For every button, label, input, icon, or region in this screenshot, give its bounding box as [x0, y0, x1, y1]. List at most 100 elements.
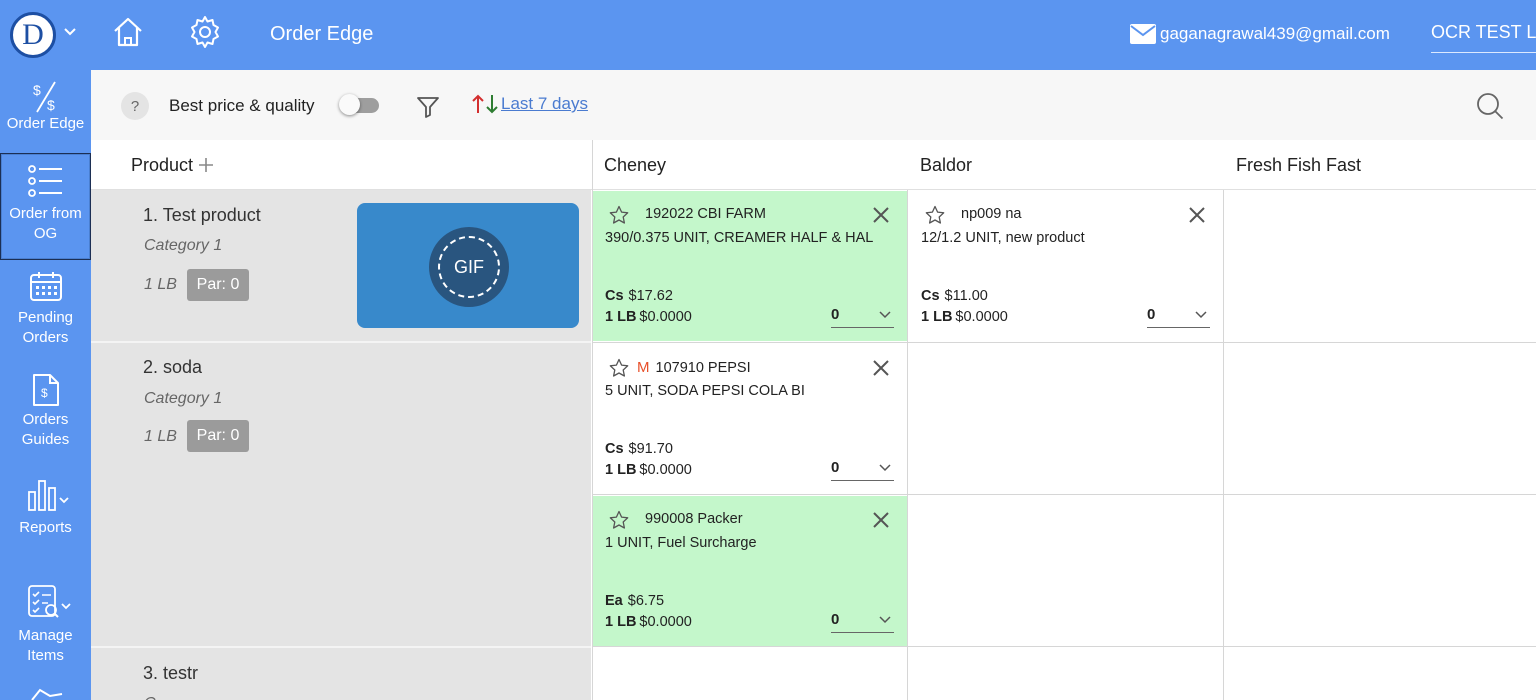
unit-label: 1 LB: [605, 309, 637, 325]
arrow-down-icon[interactable]: [485, 94, 499, 114]
divider: [592, 494, 1536, 495]
unit-price-value: $0.0000: [639, 309, 692, 325]
quantity-value: 0: [831, 306, 840, 323]
chevron-down-icon[interactable]: [64, 28, 76, 36]
offer-price: Ea $6.75: [605, 593, 664, 609]
star-icon[interactable]: [925, 205, 945, 225]
product-unit: 1 LB: [144, 276, 177, 293]
star-icon[interactable]: [609, 358, 629, 378]
sidebar-item-order-edge[interactable]: $ $ Order Edge: [0, 80, 91, 152]
grid-line: [592, 140, 593, 700]
close-icon[interactable]: [872, 359, 890, 377]
divider: [592, 342, 1536, 343]
column-header-vendor: Fresh Fish Fast: [1223, 140, 1536, 190]
filter-icon[interactable]: [416, 96, 440, 118]
grid-line: [907, 190, 908, 700]
price-value: $6.75: [627, 593, 665, 609]
sidebar-item-label: Reports: [19, 519, 72, 536]
chevron-down-icon: [879, 311, 891, 319]
product-category: C: [144, 695, 156, 700]
app-root: D Order Edge gaganagrawal439@gmail.com O…: [0, 0, 1536, 700]
svg-text:$: $: [41, 386, 48, 400]
sidebar-item-label: Manage Items: [18, 627, 73, 664]
column-header-vendor: Baldor: [907, 140, 1223, 190]
user-email[interactable]: gaganagrawal439@gmail.com: [1130, 24, 1390, 44]
par-badge: Par: 0: [187, 269, 249, 301]
product-row[interactable]: 3. testr C: [91, 648, 591, 700]
avatar[interactable]: D: [10, 12, 56, 58]
quantity-value: 0: [1147, 306, 1156, 323]
sidebar-item-reports[interactable]: Reports: [0, 478, 91, 538]
offer-code: M 107910 PEPSI: [637, 359, 751, 376]
unit-label: 1 LB: [605, 462, 637, 478]
offer-price: Cs $91.70: [605, 441, 673, 457]
unit-price-value: $0.0000: [639, 462, 692, 478]
help-button[interactable]: ?: [121, 92, 149, 120]
star-icon[interactable]: [609, 205, 629, 225]
grid-line: [1223, 190, 1224, 700]
product-name: 3. testr: [143, 663, 199, 683]
svg-text:$: $: [33, 82, 41, 98]
arrow-up-icon[interactable]: [471, 94, 485, 114]
close-icon[interactable]: [1188, 206, 1206, 224]
svg-text:$: $: [47, 97, 55, 113]
sidebar-item-label: Pending Orders: [17, 309, 74, 346]
product-image[interactable]: GIF: [357, 203, 579, 328]
add-icon[interactable]: [197, 156, 215, 174]
gear-icon[interactable]: [187, 14, 223, 50]
chevron-down-icon: [879, 616, 891, 624]
offer-card[interactable]: np009 na 12/1.2 UNIT, new product Cs $11.…: [909, 191, 1224, 341]
price-value: $11.00: [944, 288, 988, 304]
quantity-value: 0: [831, 611, 840, 628]
offer-card[interactable]: 192022 CBI FARM 390/0.375 UNIT, CREAMER …: [593, 191, 908, 341]
avatar-letter: D: [22, 18, 44, 51]
mail-icon: [1130, 24, 1156, 44]
org-selector[interactable]: OCR TEST L: [1431, 22, 1536, 53]
star-icon[interactable]: [609, 510, 629, 530]
pack-size: Cs: [605, 441, 624, 457]
offer-description: 12/1.2 UNIT, new product: [921, 230, 1085, 246]
quantity-select[interactable]: 0: [831, 459, 894, 481]
par-badge: Par: 0: [187, 420, 249, 452]
offer-card[interactable]: 990008 Packer 1 UNIT, Fuel Surcharge Ea $…: [593, 496, 908, 646]
sidebar-item-manage-items[interactable]: Manage Items: [0, 584, 91, 664]
product-unit: 1 LB: [144, 428, 177, 445]
gif-ring: [438, 236, 500, 298]
offer-price: Cs $11.00: [921, 288, 988, 304]
quantity-select[interactable]: 0: [831, 611, 894, 633]
product-row[interactable]: 1. Test product Category 1 1 LB Par: 0 G…: [91, 190, 591, 341]
offer-code-text: 107910 PEPSI: [655, 360, 751, 376]
sort-control[interactable]: Last 7 days: [471, 94, 588, 114]
unit-price-value: $0.0000: [955, 309, 1008, 325]
product-category: Category 1: [144, 390, 223, 407]
sidebar-item-orders-guides[interactable]: $ Orders Guides: [0, 372, 91, 454]
quantity-select[interactable]: 0: [831, 306, 894, 328]
sidebar-item-order-from-og[interactable]: Order from OG: [0, 153, 91, 260]
email-text: gaganagrawal439@gmail.com: [1160, 24, 1390, 43]
truck-icon[interactable]: [30, 688, 64, 700]
quantity-select[interactable]: 0: [1147, 306, 1210, 328]
calendar-icon: [29, 272, 62, 301]
sidebar-item-pending-orders[interactable]: Pending Orders: [0, 270, 91, 350]
period-link[interactable]: Last 7 days: [501, 94, 588, 114]
column-header-product: Product: [91, 140, 591, 190]
unit-price-value: $0.0000: [639, 614, 692, 630]
price-value: $91.70: [628, 441, 673, 457]
sidebar-item-label: Order from OG: [9, 205, 82, 242]
divider: [91, 646, 591, 648]
close-icon[interactable]: [872, 206, 890, 224]
offer-card[interactable]: M 107910 PEPSI 5 UNIT, SODA PEPSI COLA BI…: [593, 344, 908, 494]
close-icon[interactable]: [872, 511, 890, 529]
pack-size: Cs: [605, 288, 624, 304]
checklist-search-icon: [27, 585, 71, 618]
divider: [592, 646, 1536, 647]
product-name: 2. soda: [143, 357, 203, 377]
quantity-value: 0: [831, 459, 840, 476]
sidebar: $ $ Order Edge Order from OG Pending Orde…: [0, 70, 91, 700]
best-price-toggle[interactable]: [339, 94, 381, 115]
search-icon[interactable]: [1476, 92, 1504, 120]
home-icon[interactable]: [110, 14, 146, 50]
gif-play-icon[interactable]: GIF: [429, 227, 509, 307]
app-title: Order Edge: [270, 23, 374, 45]
product-row[interactable]: 2. soda Category 1 1 LB Par: 0: [91, 343, 591, 646]
